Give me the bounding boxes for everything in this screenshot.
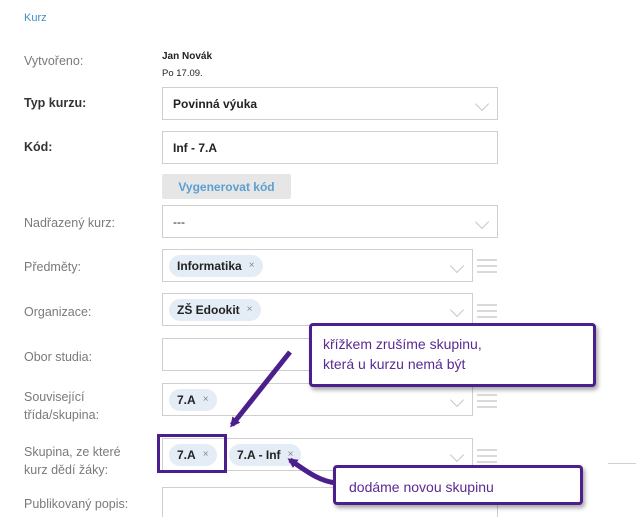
- arrow-to-remove-chip: [230, 350, 292, 428]
- callout-line-1: křížkem zrušíme skupinu,: [323, 336, 482, 352]
- arrow-to-new-chip: [287, 457, 337, 486]
- callout-line-2: která u kurzu nemá být: [323, 356, 466, 372]
- annotation-callout-remove: křížkem zrušíme skupinu, která u kurzu n…: [309, 323, 596, 387]
- callout-text: dodáme novou skupinu: [349, 479, 494, 495]
- annotation-callout-add: dodáme novou skupinu: [333, 465, 583, 505]
- annotation-arrows: [230, 350, 337, 486]
